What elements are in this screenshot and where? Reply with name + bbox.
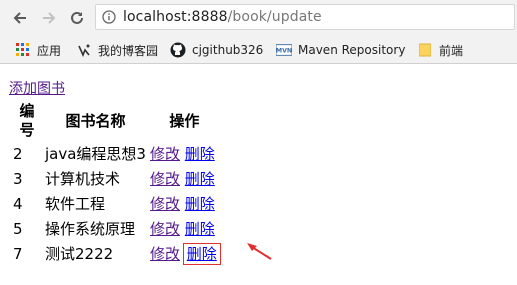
delete-link[interactable]: 删除 <box>185 145 215 163</box>
column-header-name: 图书名称 <box>65 111 126 130</box>
column-header-actions: 操作 <box>169 111 200 130</box>
cnblogs-icon <box>76 42 92 58</box>
bookmark-label: 我的博客园 <box>98 43 159 58</box>
book-name: java编程思想3 <box>45 145 146 163</box>
info-icon[interactable] <box>102 10 116 24</box>
back-button[interactable] <box>9 7 31 29</box>
table-row: 7 测试2222 修改 删除 <box>12 243 221 266</box>
apps-grid-icon <box>15 42 31 58</box>
forward-button[interactable] <box>38 7 60 29</box>
bookmark-label: 应用 <box>37 43 62 58</box>
actions-cell: 修改 删除 <box>149 193 220 216</box>
book-id: 2 <box>13 145 23 163</box>
table-row: 5 操作系统原理 修改 删除 <box>12 218 220 241</box>
page-content: 添加图书 编号 图书名称 操作 2 java编程思想3 修改 删除 3 计算机技… <box>9 78 222 268</box>
bookmark-github[interactable]: cjgithub326 <box>170 41 263 59</box>
column-header-id: 编号 <box>19 102 35 139</box>
bookmark-cnblogs[interactable]: 我的博客园 <box>76 41 158 59</box>
reload-icon <box>71 11 83 24</box>
book-name: 测试2222 <box>45 245 114 263</box>
books-table: 编号 图书名称 操作 2 java编程思想3 修改 删除 3 计算机技术 修改 … <box>10 99 222 268</box>
actions-cell: 修改 删除 <box>149 168 220 191</box>
table-row: 2 java编程思想3 修改 删除 <box>12 143 220 166</box>
book-id: 7 <box>13 245 23 263</box>
delete-link[interactable]: 删除 <box>185 195 215 213</box>
url-text[interactable]: localhost:8888/book/update <box>123 9 322 26</box>
book-id: 5 <box>13 220 23 238</box>
url-host: localhost:8888 <box>123 9 228 25</box>
address-bar[interactable]: localhost:8888/book/update <box>95 4 515 30</box>
edit-link[interactable]: 修改 <box>150 145 180 163</box>
add-book-link[interactable]: 添加图书 <box>9 81 65 97</box>
actions-cell: 修改 删除 <box>149 243 221 266</box>
book-name: 计算机技术 <box>45 170 121 188</box>
forward-arrow-icon <box>43 12 56 24</box>
edit-link[interactable]: 修改 <box>150 170 180 188</box>
delete-link-highlighted[interactable]: 删除 <box>182 243 221 265</box>
actions-cell: 修改 删除 <box>149 218 220 241</box>
bookmark-maven[interactable]: MVN Maven Repository <box>276 41 405 59</box>
book-id: 3 <box>13 170 23 188</box>
book-name: 软件工程 <box>45 195 106 213</box>
edit-link[interactable]: 修改 <box>150 220 180 238</box>
edit-link[interactable]: 修改 <box>150 245 180 263</box>
bookmarks-bar: 应用 我的博客园 cjgithub326 MVN Maven Repositor… <box>0 36 517 64</box>
reload-button[interactable] <box>66 7 88 29</box>
table-row: 3 计算机技术 修改 删除 <box>12 168 220 191</box>
table-header-row: 编号 图书名称 操作 <box>12 101 220 141</box>
browser-toolbar: localhost:8888/book/update <box>0 0 517 36</box>
delete-link[interactable]: 删除 <box>185 220 215 238</box>
back-arrow-icon <box>13 12 26 24</box>
svg-text:MVN: MVN <box>276 48 292 55</box>
folder-icon <box>417 42 433 58</box>
bookmark-label: 前端 <box>439 43 464 58</box>
mvn-icon: MVN <box>276 42 292 58</box>
annotation-arrow-icon <box>247 243 272 260</box>
table-row: 4 软件工程 修改 删除 <box>12 193 220 216</box>
github-icon <box>170 42 186 58</box>
book-id: 4 <box>13 195 23 213</box>
bookmark-label: cjgithub326 <box>192 43 264 57</box>
edit-link[interactable]: 修改 <box>150 195 180 213</box>
bookmark-frontend-folder[interactable]: 前端 <box>417 41 463 59</box>
book-name: 操作系统原理 <box>45 220 136 238</box>
bookmark-label: Maven Repository <box>298 43 406 57</box>
actions-cell: 修改 删除 <box>149 143 220 166</box>
delete-link[interactable]: 删除 <box>185 170 215 188</box>
url-path: /book/update <box>227 9 322 25</box>
bookmark-apps[interactable]: 应用 <box>15 41 61 59</box>
